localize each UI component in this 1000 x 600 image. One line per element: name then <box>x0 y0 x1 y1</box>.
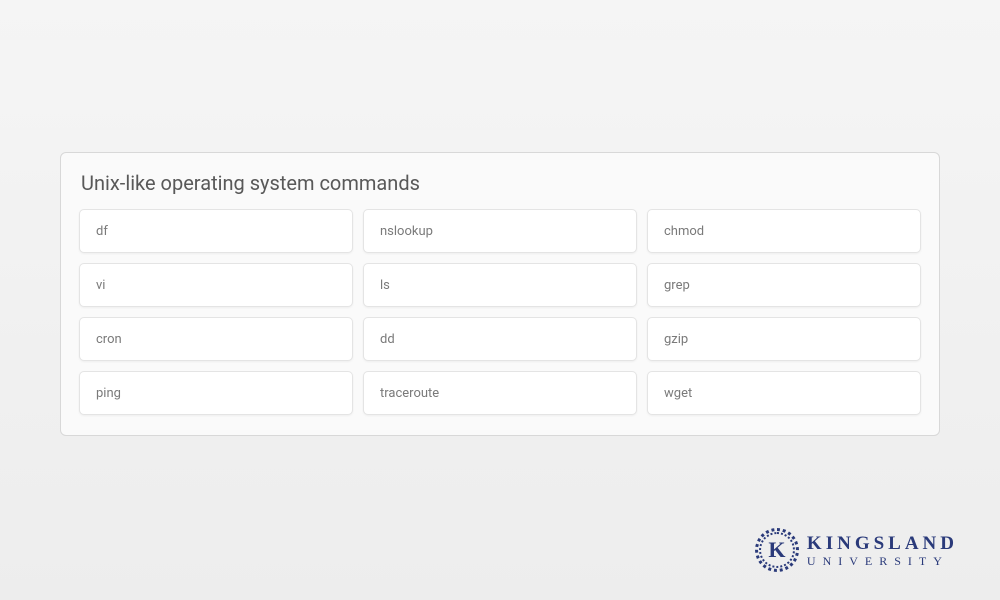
command-card[interactable]: df <box>79 209 353 253</box>
commands-grid: df nslookup chmod vi ls grep cron dd gzi… <box>79 209 921 415</box>
logo-mark-icon: K <box>755 528 799 572</box>
command-card[interactable]: nslookup <box>363 209 637 253</box>
command-label: traceroute <box>380 386 439 401</box>
command-card[interactable]: dd <box>363 317 637 361</box>
command-label: wget <box>664 386 692 401</box>
command-label: grep <box>664 278 690 293</box>
command-label: ping <box>96 386 121 401</box>
logo-brand-name: KINGSLAND <box>807 534 958 553</box>
command-card[interactable]: wget <box>647 371 921 415</box>
kingsland-logo: K KINGSLAND UNIVERSITY <box>755 528 958 572</box>
command-label: gzip <box>664 332 688 347</box>
panel-title: Unix-like operating system commands <box>79 171 921 195</box>
command-card[interactable]: ls <box>363 263 637 307</box>
command-card[interactable]: vi <box>79 263 353 307</box>
command-label: cron <box>96 332 122 347</box>
logo-letter: K <box>768 537 785 563</box>
command-card[interactable]: gzip <box>647 317 921 361</box>
command-label: df <box>96 224 108 239</box>
command-label: chmod <box>664 224 704 239</box>
command-label: vi <box>96 278 105 293</box>
command-card[interactable]: grep <box>647 263 921 307</box>
command-label: ls <box>380 278 390 293</box>
command-card[interactable]: cron <box>79 317 353 361</box>
commands-panel: Unix-like operating system commands df n… <box>60 152 940 436</box>
command-card[interactable]: chmod <box>647 209 921 253</box>
logo-text: KINGSLAND UNIVERSITY <box>807 534 958 567</box>
command-label: nslookup <box>380 224 433 239</box>
command-label: dd <box>380 332 395 347</box>
command-card[interactable]: traceroute <box>363 371 637 415</box>
command-card[interactable]: ping <box>79 371 353 415</box>
logo-brand-sub: UNIVERSITY <box>807 555 958 567</box>
